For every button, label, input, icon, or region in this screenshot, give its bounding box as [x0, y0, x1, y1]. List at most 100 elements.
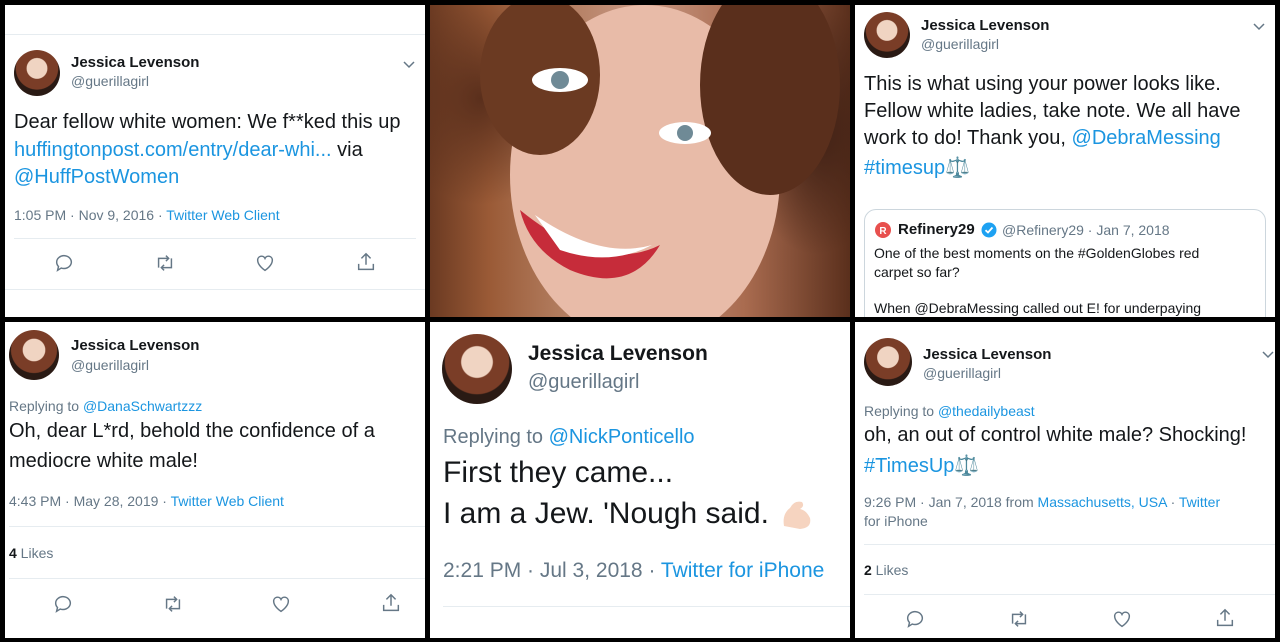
flexed-biceps-icon: [778, 496, 818, 534]
author-handle[interactable]: @guerillagirl: [71, 73, 149, 89]
author-handle[interactable]: @guerillagirl: [528, 371, 639, 394]
share-icon[interactable]: [380, 592, 402, 614]
quoted-author-name: Refinery29: [898, 221, 975, 238]
client-link[interactable]: Twitter for iPhone: [661, 559, 824, 582]
tweet-text-line: Dear fellow white women: We f**ked this …: [14, 111, 401, 133]
chevron-down-icon[interactable]: [402, 57, 416, 75]
chevron-down-icon[interactable]: [1262, 347, 1274, 365]
retweet-icon[interactable]: [153, 252, 177, 274]
timestamp: 2:21 PM · Jul 3, 2018 ·: [443, 559, 661, 582]
portrait-photo: [430, 5, 850, 317]
replying-to: Replying to @thedailybeast: [864, 403, 1035, 419]
divider: [14, 238, 416, 239]
client-link-continued[interactable]: for iPhone: [864, 513, 928, 529]
likes-number: 2: [864, 562, 872, 578]
author-name[interactable]: Jessica Levenson: [71, 337, 199, 354]
divider: [9, 526, 425, 527]
tweet-panel-5: Jessica Levenson @guerillagirl Replying …: [430, 322, 850, 638]
reply-to-link[interactable]: @DanaSchwartzzz: [83, 398, 202, 414]
client-link[interactable]: Twitter Web Client: [171, 493, 284, 509]
scales-icon: ⚖️: [954, 455, 980, 477]
client-link[interactable]: Twitter: [1179, 494, 1220, 510]
author-handle[interactable]: @guerillagirl: [923, 365, 1001, 381]
text-segment: I am a Jew. 'Nough said.: [443, 497, 769, 530]
text-segment: work to do! Thank you,: [864, 127, 1072, 149]
author-name[interactable]: Jessica Levenson: [921, 17, 1049, 34]
refinery29-logo-icon: R: [874, 221, 892, 239]
quoted-tweet[interactable]: R Refinery29 @Refinery29 · Jan 7, 2018 O…: [864, 209, 1266, 317]
reply-icon[interactable]: [904, 608, 926, 630]
likes-number: 4: [9, 545, 17, 561]
likes-label: Likes: [871, 562, 909, 578]
replying-to: Replying to @NickPonticello: [443, 426, 695, 449]
tweet-text-line: #TimesUp⚖️: [864, 453, 979, 478]
likes-label: Likes: [16, 545, 54, 561]
tweet-text-line: I am a Jew. 'Nough said.: [443, 497, 769, 531]
scales-icon: ⚖️: [945, 157, 971, 179]
avatar[interactable]: [864, 12, 910, 58]
like-icon[interactable]: [1111, 608, 1133, 630]
like-icon[interactable]: [254, 252, 276, 274]
tweet-text-line: mediocre white male!: [9, 450, 198, 472]
tweet-link[interactable]: huffingtonpost.com/entry/dear-whi...: [14, 139, 332, 161]
tweet-meta: 2:21 PM · Jul 3, 2018 · Twitter for iPho…: [443, 559, 824, 583]
author-handle[interactable]: @guerillagirl: [71, 357, 149, 373]
reply-icon[interactable]: [53, 252, 75, 274]
mention-link[interactable]: @HuffPostWomen: [14, 166, 179, 189]
divider: [5, 34, 425, 35]
tweet-panel-1: Jessica Levenson @guerillagirl Dear fell…: [5, 5, 425, 317]
divider: [864, 594, 1275, 595]
tweet-panel-3: Jessica Levenson @guerillagirl This is w…: [855, 5, 1275, 317]
avatar[interactable]: [9, 330, 59, 380]
likes-count[interactable]: 4 Likes: [9, 545, 53, 561]
replying-to: Replying to @DanaSchwartzzz: [9, 398, 202, 414]
author-name[interactable]: Jessica Levenson: [923, 346, 1051, 363]
retweet-icon[interactable]: [1007, 608, 1031, 630]
tweet-meta: 9:26 PM · Jan 7, 2018 from Massachusetts…: [864, 494, 1220, 510]
avatar[interactable]: [442, 334, 512, 404]
tweet-text-line: This is what using your power looks like…: [864, 73, 1221, 95]
author-handle[interactable]: @guerillagirl: [921, 36, 999, 52]
tweet-panel-6: Jessica Levenson @guerillagirl Replying …: [855, 322, 1275, 638]
timestamp: 4:43 PM · May 28, 2019 ·: [9, 493, 171, 509]
divider: [864, 544, 1275, 545]
quoted-meta: @Refinery29 · Jan 7, 2018: [1002, 222, 1170, 238]
share-icon[interactable]: [1214, 607, 1236, 629]
tweet-text-line: oh, an out of control white male? Shocki…: [864, 424, 1247, 446]
author-name[interactable]: Jessica Levenson: [71, 54, 199, 71]
via-text: via: [337, 139, 363, 161]
tweet-meta: 1:05 PM · Nov 9, 2016 · Twitter Web Clie…: [14, 207, 280, 223]
separator: ·: [1166, 494, 1179, 510]
quoted-text-line: carpet so far?: [874, 264, 960, 280]
avatar[interactable]: [14, 50, 60, 96]
portrait-illustration: [480, 5, 840, 317]
likes-count[interactable]: 2 Likes: [864, 562, 908, 578]
divider: [443, 606, 850, 607]
hashtag-link[interactable]: #TimesUp: [864, 455, 954, 477]
svg-text:R: R: [879, 226, 887, 237]
tweet-text-line: huffingtonpost.com/entry/dear-whi... via: [14, 139, 363, 162]
divider: [9, 578, 425, 579]
reply-to-link[interactable]: @NickPonticello: [549, 426, 695, 448]
tweet-text-line: #timesup⚖️: [864, 155, 970, 180]
chevron-down-icon[interactable]: [1252, 19, 1266, 37]
author-name[interactable]: Jessica Levenson: [528, 342, 708, 366]
quoted-text-line: When @DebraMessing called out E! for und…: [874, 300, 1202, 316]
client-link[interactable]: Twitter Web Client: [166, 207, 279, 223]
tweet-panel-4: Jessica Levenson @guerillagirl Replying …: [5, 322, 425, 638]
replying-label: Replying to: [443, 426, 549, 448]
tweet-meta: 4:43 PM · May 28, 2019 · Twitter Web Cli…: [9, 493, 284, 509]
reply-icon[interactable]: [52, 593, 74, 615]
retweet-icon[interactable]: [161, 593, 185, 615]
avatar[interactable]: [864, 338, 912, 386]
replying-label: Replying to: [864, 403, 938, 419]
like-icon[interactable]: [270, 593, 292, 615]
hashtag-link[interactable]: #timesup: [864, 157, 945, 179]
location-link[interactable]: Massachusetts, USA: [1038, 494, 1167, 510]
share-icon[interactable]: [355, 251, 377, 273]
tweet-text-line: Fellow white ladies, take note. We all h…: [864, 100, 1241, 122]
divider: [5, 289, 425, 290]
timestamp: 9:26 PM · Jan 7, 2018 from: [864, 494, 1038, 510]
reply-to-link[interactable]: @thedailybeast: [938, 403, 1035, 419]
mention-link[interactable]: @DebraMessing: [1072, 127, 1221, 149]
